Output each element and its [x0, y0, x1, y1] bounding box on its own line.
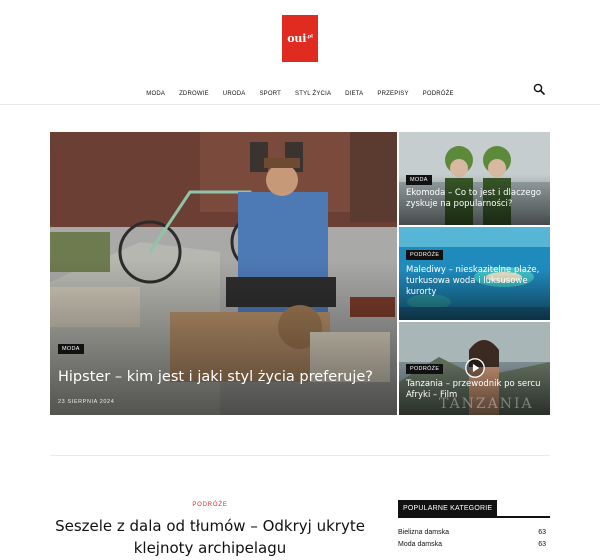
featured-side-tile-1[interactable]: MODA Ekomoda – Co to jest i dlaczego zys…	[399, 132, 550, 225]
category-row[interactable]: Bielizna damska 63	[398, 518, 550, 536]
category-badge[interactable]: PODRÓŻE	[406, 364, 444, 374]
nav-item-zdrowie[interactable]: ZDROWIE	[179, 91, 209, 97]
nav-item-moda[interactable]: MODA	[146, 91, 165, 97]
site-logo[interactable]: oui.pl	[282, 15, 318, 62]
widget-header: POPULARNE KATEGORIE	[398, 500, 550, 518]
main-nav: MODA ZDROWIE URODA SPORT STYL ŻYCIA DIET…	[0, 82, 600, 97]
widget-title: POPULARNE KATEGORIE	[398, 500, 498, 516]
featured-main-title[interactable]: Hipster – kim jest i jaki styl życia pre…	[58, 368, 388, 387]
nav-item-podroze[interactable]: PODRÓŻE	[423, 91, 454, 97]
logo-text: oui.pl	[287, 32, 313, 45]
nav-item-uroda[interactable]: URODA	[223, 91, 246, 97]
featured-side-tile-2[interactable]: PODRÓŻE Malediwy – nieskazitelne plaże, …	[399, 227, 550, 320]
article-category[interactable]: PODRÓŻE	[50, 502, 370, 508]
search-icon[interactable]	[533, 83, 545, 95]
category-count: 63	[538, 541, 546, 548]
featured-side-tile-3[interactable]: TANZANIA PODRÓŻE Tanzania – przewodnik p…	[399, 322, 550, 415]
category-badge[interactable]: PODRÓŻE	[406, 250, 444, 260]
category-count: 63	[538, 529, 546, 536]
category-badge[interactable]: MODA	[406, 175, 432, 185]
featured-grid: MODA Hipster – kim jest i jaki styl życi…	[50, 132, 550, 415]
play-icon[interactable]	[465, 358, 485, 378]
category-label[interactable]: Moda damska	[398, 541, 442, 548]
category-badge[interactable]: MODA	[58, 344, 84, 354]
featured-main-tile[interactable]: MODA Hipster – kim jest i jaki styl życi…	[50, 132, 397, 415]
featured-side-title-3[interactable]: Tanzania – przewodnik po sercu Afryki – …	[406, 379, 546, 401]
nav-item-styl-zycia[interactable]: STYL ŻYCIA	[295, 91, 331, 97]
category-row[interactable]: Moda damska 63	[398, 535, 550, 552]
nav-item-sport[interactable]: SPORT	[259, 91, 281, 97]
featured-main-date: 23 sierpnia 2024	[58, 399, 115, 405]
featured-side-title-2[interactable]: Malediwy – nieskazitelne plaże, turkusow…	[406, 265, 546, 298]
popular-categories-widget: POPULARNE KATEGORIE Bielizna damska 63 M…	[398, 500, 550, 552]
category-label[interactable]: Bielizna damska	[398, 529, 449, 536]
nav-item-dieta[interactable]: DIETA	[345, 91, 363, 97]
featured-side-title-1[interactable]: Ekomoda – Co to jest i dlaczego zyskuje …	[406, 188, 544, 210]
section-divider	[50, 455, 550, 456]
nav-menu: MODA ZDROWIE URODA SPORT STYL ŻYCIA DIET…	[146, 91, 454, 97]
nav-item-przepisy[interactable]: PRZEPISY	[377, 91, 408, 97]
site-header: oui.pl MODA ZDROWIE URODA SPORT STYL ŻYC…	[0, 0, 600, 105]
article-title[interactable]: Seszele z dala od tłumów – Odkryj ukryte…	[50, 516, 370, 560]
